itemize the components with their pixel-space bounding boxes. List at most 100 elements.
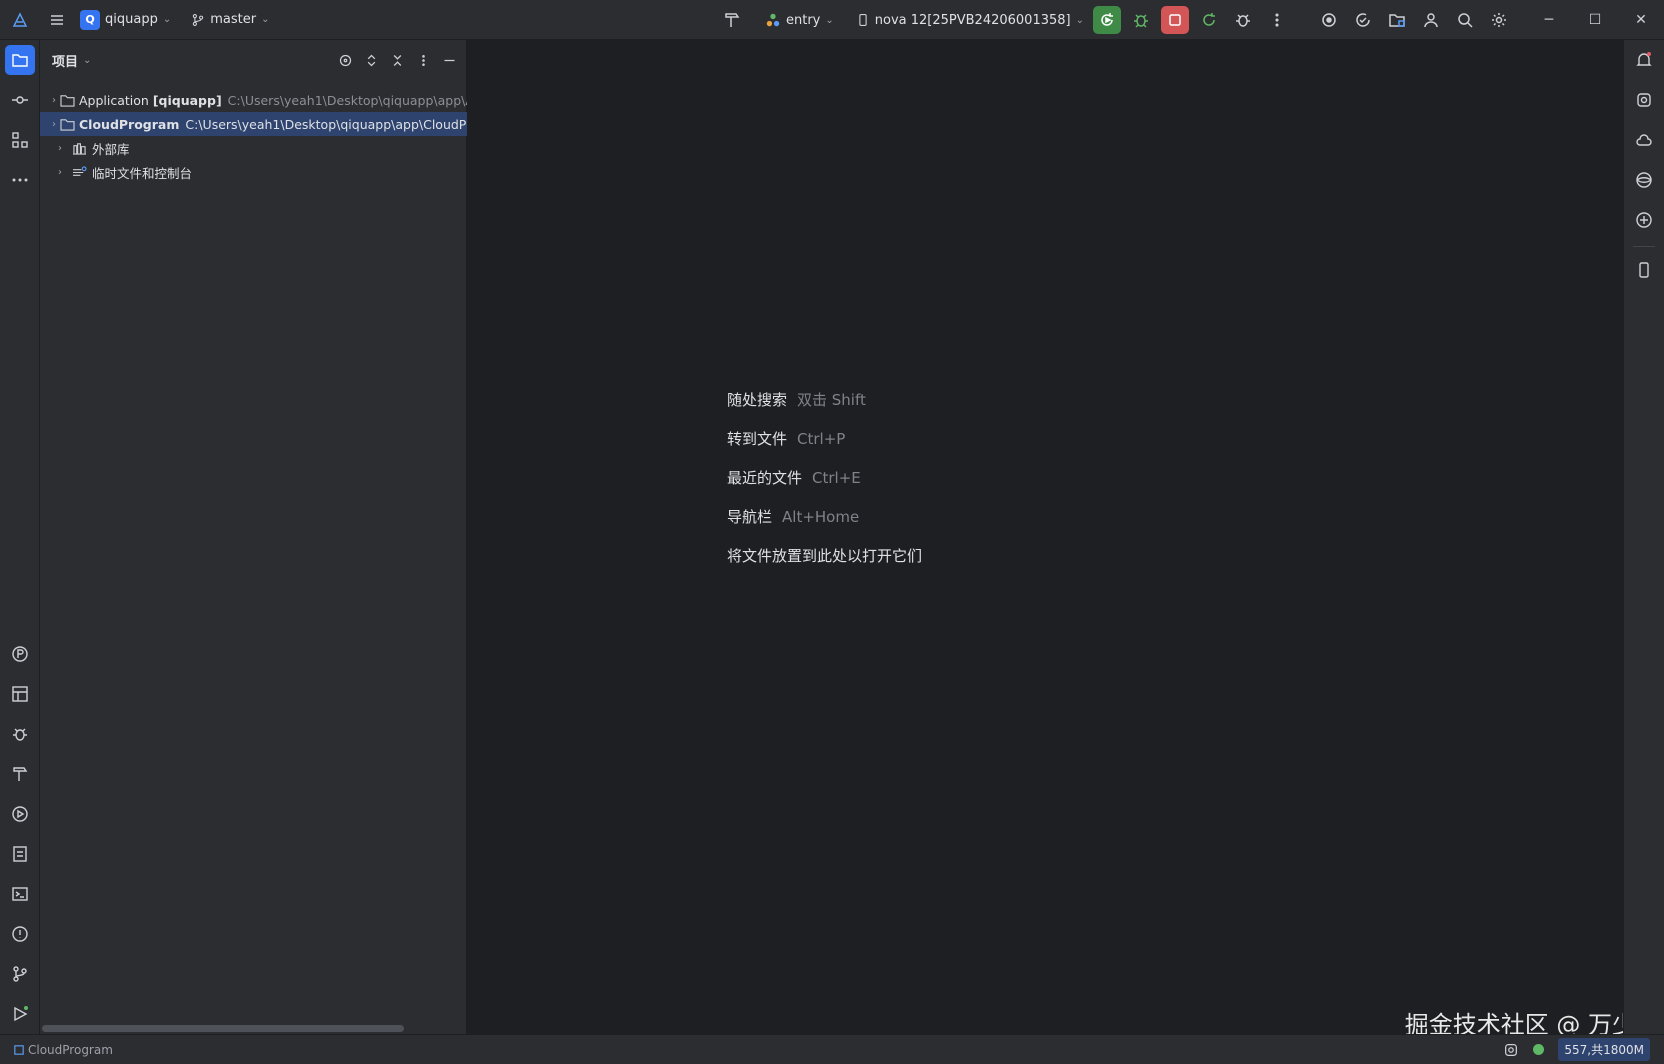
build-hammer-icon[interactable] [715, 3, 749, 37]
branch-name: master [210, 12, 257, 27]
more-vertical-icon[interactable] [1260, 3, 1294, 37]
main-menu-icon[interactable] [40, 3, 74, 37]
run-config-name: entry [785, 12, 821, 28]
hint-label: 最近的文件 [727, 469, 803, 487]
tree-row-scratches[interactable]: › 临时文件和控制台 [40, 160, 467, 184]
status-module[interactable]: CloudProgram [0, 1043, 113, 1057]
locate-file-icon[interactable] [332, 46, 358, 74]
hint-shortcut: Alt+Home [782, 507, 860, 526]
folder-icon [60, 117, 75, 131]
chevron-right-icon[interactable]: › [52, 143, 68, 154]
rerun-button[interactable] [1093, 6, 1121, 34]
tree-item-path: C:\Users\yeah1\Desktop\qiquapp\app\A [227, 92, 467, 108]
tree-item-name-bold: CloudProgram [79, 116, 180, 132]
maximize-window-button[interactable]: ☐ [1572, 0, 1618, 40]
commit-icon[interactable] [5, 85, 35, 115]
hide-panel-icon[interactable] [436, 46, 462, 74]
project-selector[interactable]: Q qiquapp ⌄ [74, 6, 177, 34]
chevron-down-icon: ⌄ [261, 14, 270, 25]
device-manager-icon[interactable] [1629, 165, 1659, 195]
project-folder-icon[interactable] [5, 45, 35, 75]
branch-selector[interactable]: master ⌄ [185, 6, 275, 34]
module-icon [766, 13, 780, 27]
left-tool-strip [0, 40, 40, 1034]
assistant-bot-icon[interactable] [1629, 205, 1659, 235]
project-structure-icon[interactable] [1380, 3, 1414, 37]
account-icon[interactable] [1414, 3, 1448, 37]
project-badge: Q [80, 9, 100, 30]
device-phone-icon[interactable] [1629, 255, 1659, 285]
project-panel: 项目 ⌄ › Application [qiquapp] C:\Users\ye… [40, 40, 467, 1034]
run-icon[interactable] [5, 799, 35, 829]
run-config-selector[interactable]: entry ⌄ [759, 6, 840, 34]
scratches-icon [72, 165, 88, 179]
hint-label: 将文件放置到此处以打开它们 [727, 547, 923, 565]
tree-row-application[interactable]: › Application [qiquapp] C:\Users\yeah1\D… [40, 88, 467, 112]
hint-label: 转到文件 [727, 430, 788, 448]
tree-item-path: C:\Users\yeah1\Desktop\qiquapp\app\Cloud… [185, 116, 467, 132]
memory-indicator[interactable]: 557,共1800M [1558, 1038, 1650, 1061]
library-icon [72, 141, 88, 155]
phone-icon [859, 14, 867, 26]
apply-changes-icon[interactable] [1192, 3, 1226, 37]
chevron-right-icon[interactable]: › [52, 119, 56, 130]
device-selector[interactable]: nova 12[25PVB24206001358] ⌄ [850, 6, 1090, 34]
tree-row-external-libraries[interactable]: › 外部库 [40, 136, 467, 160]
status-bar: CloudProgram 557,共1800M [0, 1034, 1664, 1064]
project-panel-title[interactable]: 项目 [52, 51, 78, 70]
cloud-icon[interactable] [1629, 125, 1659, 155]
horizontal-scrollbar[interactable] [42, 1025, 404, 1032]
hint-recent-files: 最近的文件 Ctrl+E [727, 458, 932, 497]
table-layout-icon[interactable] [5, 679, 35, 709]
tree-item-name: 临时文件和控制台 [92, 165, 193, 181]
minimize-window-button[interactable]: ─ [1526, 0, 1572, 40]
search-icon[interactable] [1448, 3, 1482, 37]
debug-bug-icon[interactable] [5, 719, 35, 749]
hint-shortcut: Ctrl+P [797, 429, 846, 448]
problems-icon[interactable] [5, 919, 35, 949]
chevron-down-icon[interactable]: ⌄ [83, 55, 91, 66]
structure-icon[interactable] [5, 125, 35, 155]
more-horizontal-icon[interactable] [5, 165, 35, 195]
project-tree: › Application [qiquapp] C:\Users\yeah1\D… [40, 88, 467, 184]
todo-icon[interactable] [5, 839, 35, 869]
chevron-right-icon[interactable]: › [52, 95, 56, 106]
collapse-all-icon[interactable] [384, 46, 410, 74]
project-name: qiquapp [105, 12, 158, 27]
debug-bug-icon[interactable] [1124, 3, 1158, 37]
attach-debugger-icon[interactable] [1226, 3, 1260, 37]
chevron-down-icon: ⌄ [1075, 14, 1084, 26]
git-branch-icon [193, 13, 204, 26]
sync-icon[interactable] [1346, 3, 1380, 37]
tree-item-name-bold: [qiquapp] [152, 92, 222, 108]
tree-row-cloudprogram[interactable]: › CloudProgram C:\Users\yeah1\Desktop\qi… [40, 112, 467, 136]
status-ok-indicator[interactable] [1533, 1044, 1545, 1055]
build-hammer-icon[interactable] [5, 759, 35, 789]
app-logo-icon[interactable] [0, 3, 40, 37]
editor-empty-area[interactable]: 随处搜索 双击 Shift 转到文件 Ctrl+P 最近的文件 Ctrl+E 导… [467, 40, 1623, 1034]
hint-shortcut: Ctrl+E [812, 468, 861, 487]
profiler-p-icon[interactable] [5, 639, 35, 669]
expand-all-icon[interactable] [358, 46, 384, 74]
close-window-button[interactable]: ✕ [1618, 0, 1664, 40]
chevron-down-icon: ⌄ [825, 14, 834, 26]
hint-goto-file: 转到文件 Ctrl+P [727, 419, 932, 458]
chevron-down-icon: ⌄ [162, 14, 172, 25]
hint-label: 随处搜索 [727, 391, 788, 409]
run-services-icon[interactable] [5, 999, 35, 1029]
terminal-icon[interactable] [5, 879, 35, 909]
notifications-bell-icon[interactable] [1629, 45, 1659, 75]
editor-hints: 随处搜索 双击 Shift 转到文件 Ctrl+P 最近的文件 Ctrl+E 导… [727, 380, 932, 575]
settings-gear-icon[interactable] [1482, 3, 1516, 37]
git-icon[interactable] [5, 959, 35, 989]
more-vertical-icon[interactable] [410, 46, 436, 74]
hint-shortcut: 双击 Shift [797, 391, 866, 409]
codegenie-status-icon[interactable] [1503, 1042, 1519, 1058]
hint-drop-files: 将文件放置到此处以打开它们 [727, 536, 932, 575]
chevron-right-icon[interactable]: › [52, 167, 68, 178]
codegenie-icon[interactable] [1629, 85, 1659, 115]
title-bar: Q qiquapp ⌄ master ⌄ entry ⌄ nova 12[25P… [0, 0, 1664, 40]
stop-button[interactable] [1161, 6, 1189, 34]
profiler-icon[interactable] [1312, 3, 1346, 37]
hint-search-everywhere: 随处搜索 双击 Shift [727, 380, 932, 419]
